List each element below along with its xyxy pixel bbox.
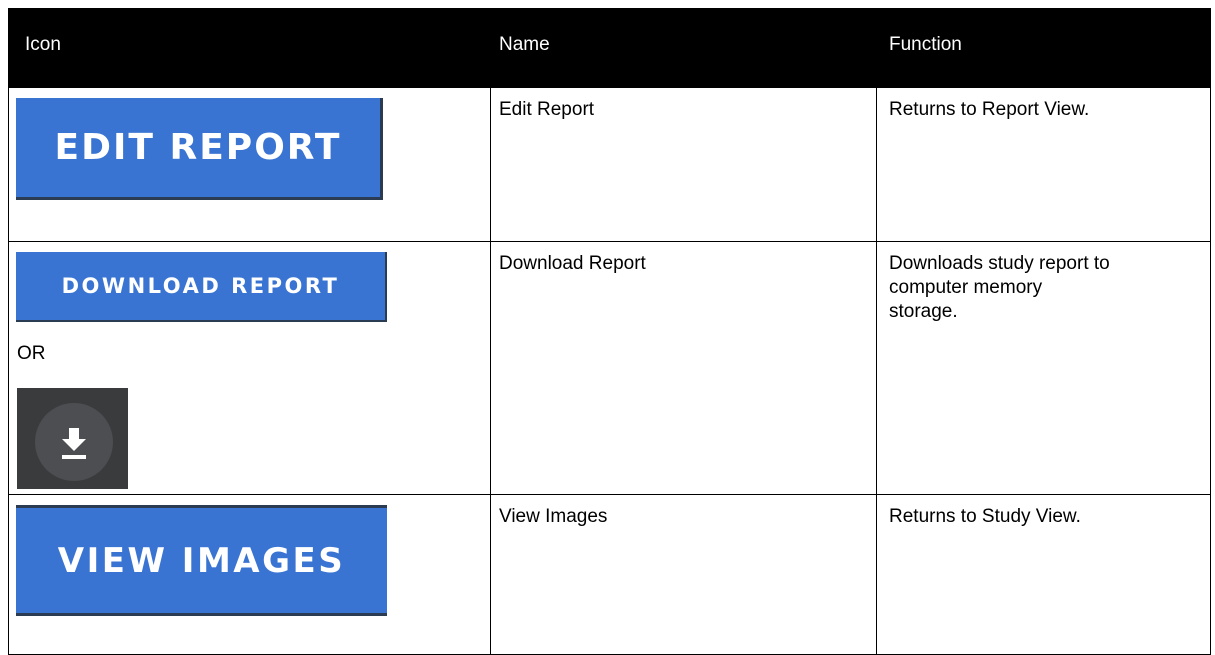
- download-icon-button[interactable]: [35, 403, 113, 481]
- function-cell: Returns to Study View.: [876, 494, 1211, 655]
- function-cell: Returns to Report View.: [876, 87, 1211, 242]
- name-cell: Edit Report: [490, 87, 877, 242]
- table-header-row: Icon Name Function: [8, 8, 1211, 88]
- icon-reference-table: Icon Name Function EDIT REPORT Edit Repo…: [8, 8, 1211, 655]
- table-row: EDIT REPORT Edit Report Returns to Repor…: [8, 87, 1211, 242]
- icon-cell: EDIT REPORT: [8, 87, 491, 242]
- view-images-button[interactable]: VIEW IMAGES: [16, 505, 387, 616]
- row-function: Returns to Report View.: [889, 99, 1090, 120]
- icon-cell: VIEW IMAGES: [8, 494, 491, 655]
- row-name: Edit Report: [499, 99, 595, 120]
- row-name: View Images: [499, 506, 608, 527]
- download-icon: [62, 428, 86, 459]
- row-function: Downloads study report to computer memor…: [889, 253, 1110, 322]
- or-label: OR: [17, 343, 46, 364]
- row-name: Download Report: [499, 253, 646, 274]
- header-name: Name: [490, 8, 877, 88]
- icon-cell: DOWNLOAD REPORT OR: [8, 241, 491, 495]
- function-cell: Downloads study report to computer memor…: [876, 241, 1211, 495]
- table-row: VIEW IMAGES View Images Returns to Study…: [8, 494, 1211, 655]
- name-cell: Download Report: [490, 241, 877, 495]
- download-report-button[interactable]: DOWNLOAD REPORT: [16, 252, 387, 322]
- header-icon: Icon: [8, 8, 491, 88]
- header-function: Function: [876, 8, 1211, 88]
- edit-report-button[interactable]: EDIT REPORT: [16, 98, 383, 200]
- row-function: Returns to Study View.: [889, 506, 1081, 527]
- name-cell: View Images: [490, 494, 877, 655]
- table-row: DOWNLOAD REPORT OR Download Report Downl…: [8, 241, 1211, 495]
- download-icon-background: [17, 388, 128, 489]
